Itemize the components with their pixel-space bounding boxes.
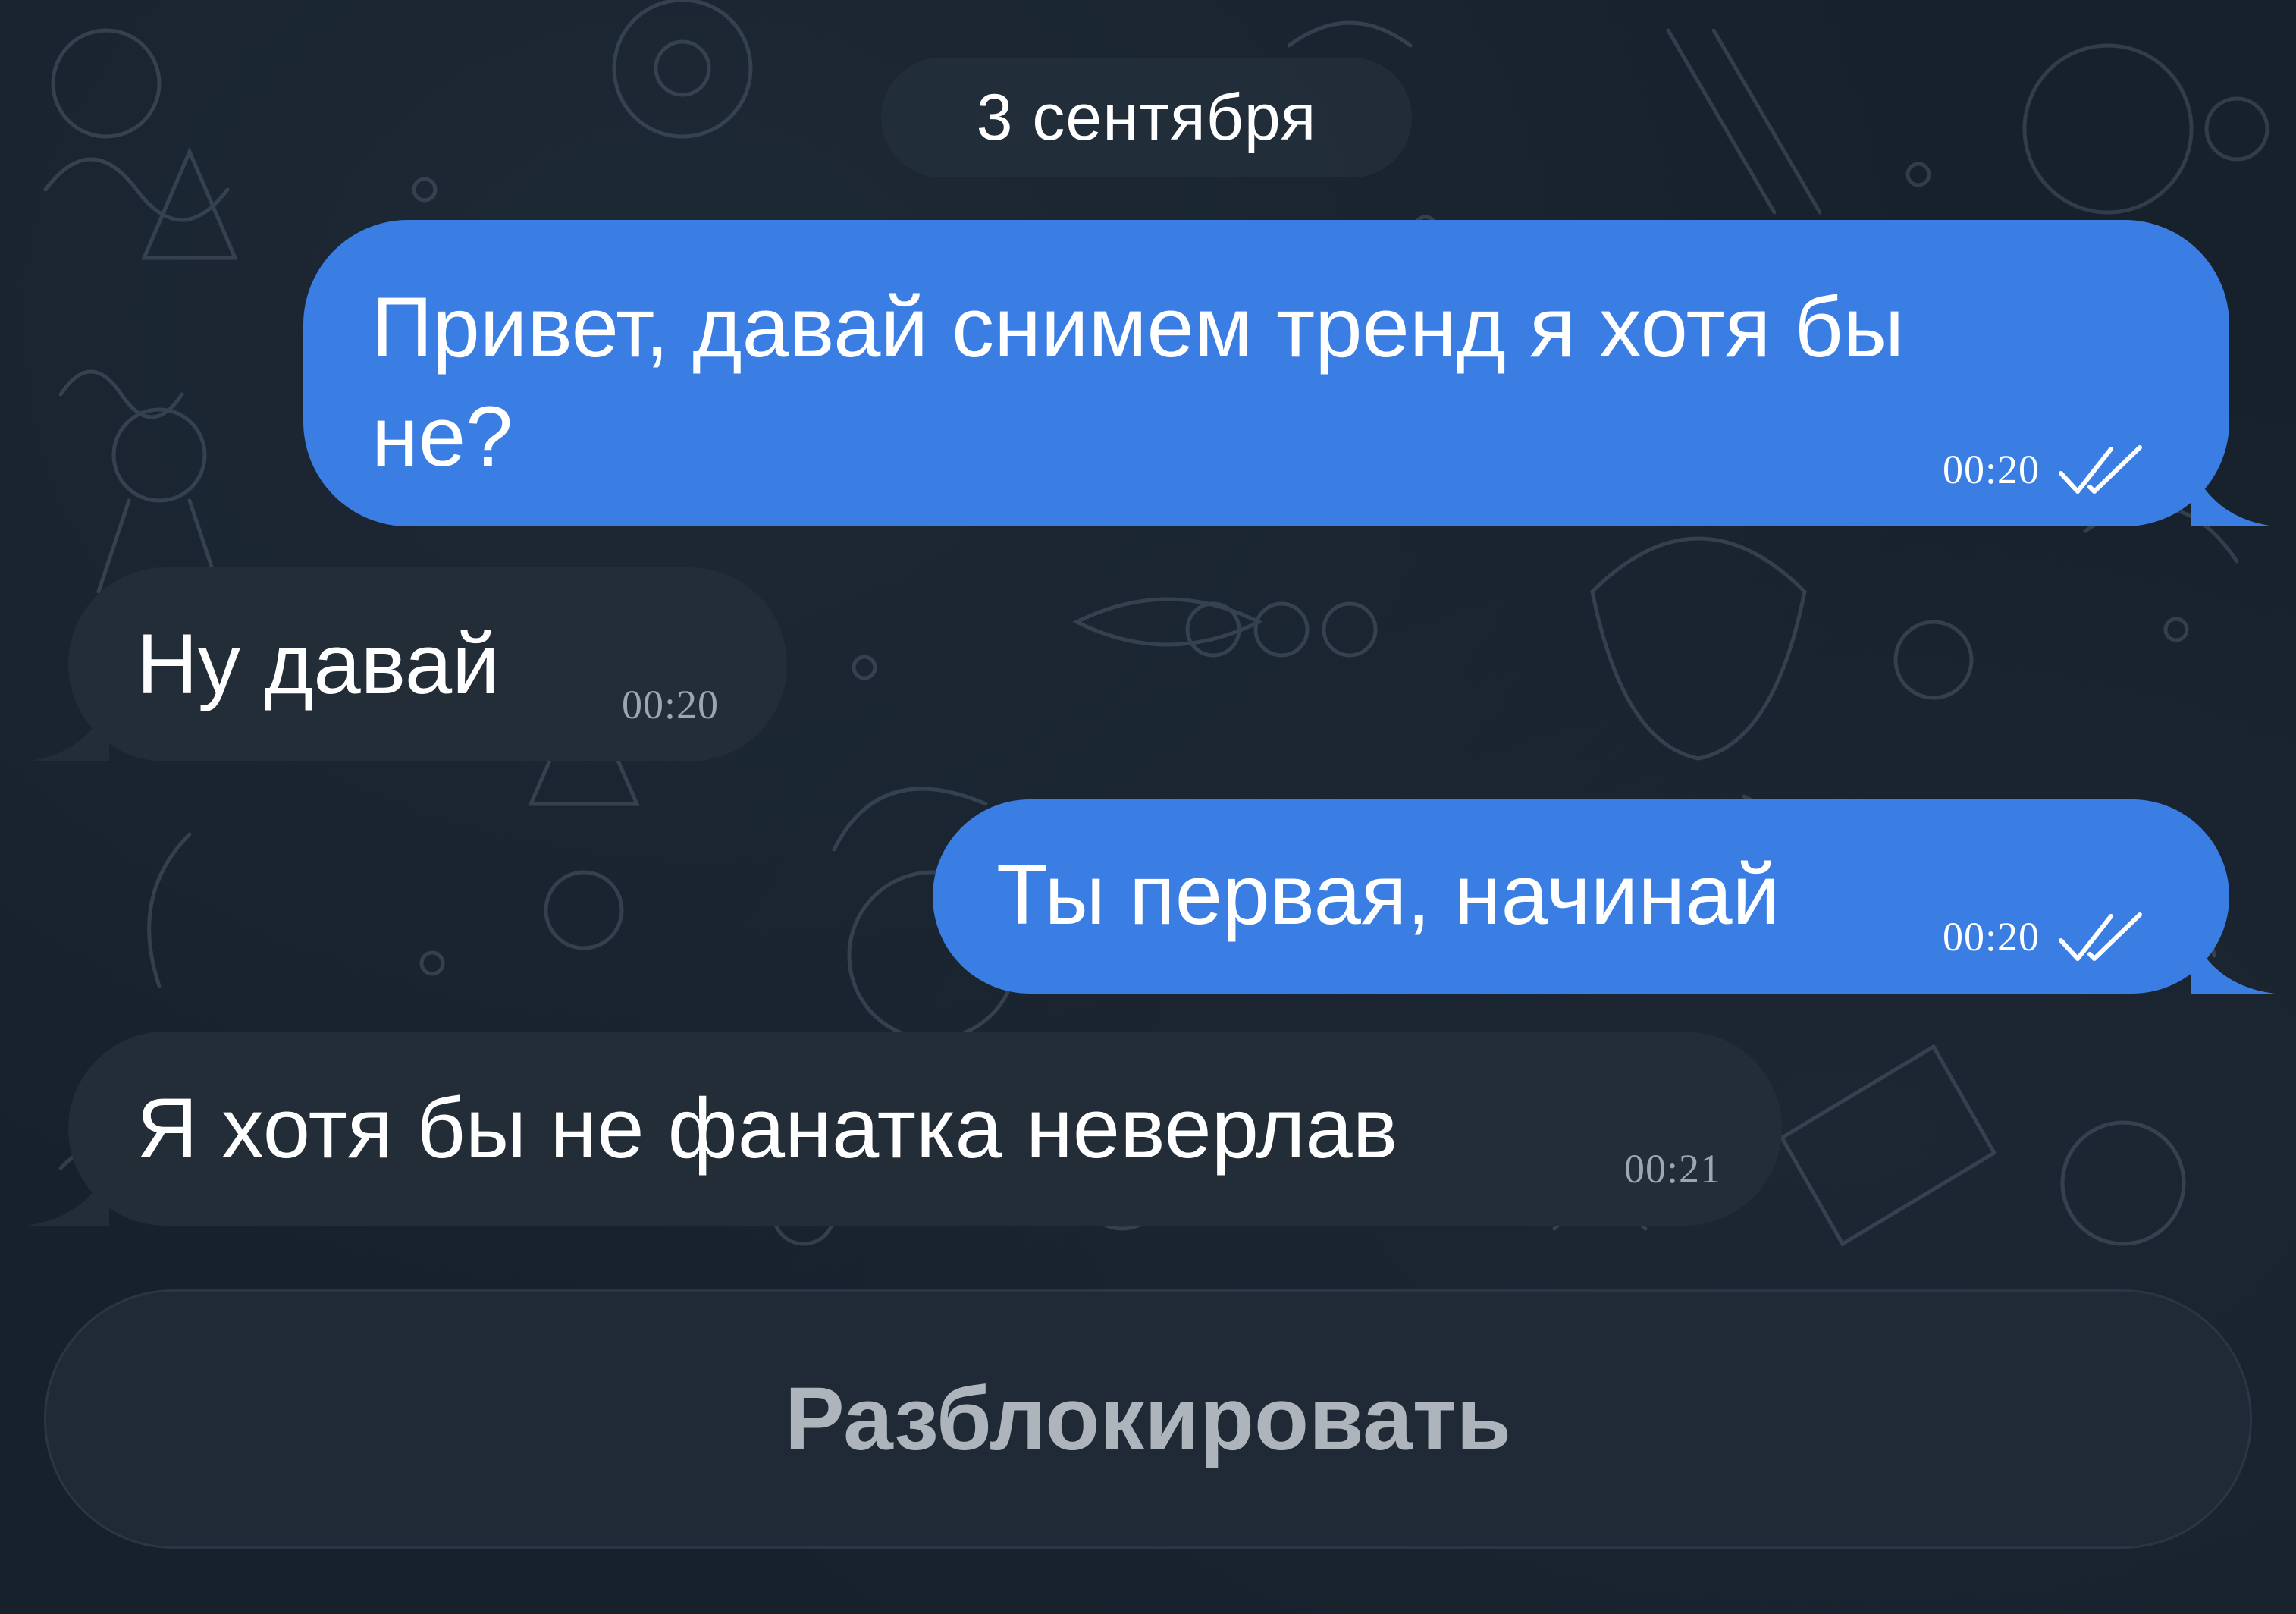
outgoing-message[interactable]: Ты первая, начинай 00:20 (933, 799, 2275, 994)
unblock-button[interactable]: Разблокировать (44, 1289, 2252, 1549)
message-meta: 00:20 (1943, 443, 2146, 496)
bubble-tail (26, 1165, 109, 1226)
incoming-message[interactable]: Ну давай 00:20 (26, 567, 787, 761)
message-time: 00:20 (621, 682, 719, 727)
message-meta: 00:20 (1943, 910, 2146, 963)
message-text: Ну давай (136, 617, 500, 711)
message-text: Ты первая, начинай (996, 847, 1780, 942)
message-text: Я хотя бы не фанатка неверлав (136, 1081, 1398, 1176)
message-time: 00:20 (1942, 447, 2040, 492)
bubble-tail (2191, 466, 2275, 526)
outgoing-message[interactable]: Привет, давай снимем тренд я хотя бы не?… (303, 220, 2275, 526)
message-meta: 00:21 (1624, 1145, 1721, 1192)
incoming-message[interactable]: Я хотя бы не фанатка неверлав 00:21 (26, 1032, 1782, 1226)
message-time: 00:21 (1623, 1146, 1721, 1192)
message-time: 00:20 (1942, 914, 2040, 959)
message-text: Привет, давай снимем тренд я хотя бы не? (372, 280, 1905, 484)
message-meta: 00:20 (622, 681, 719, 728)
bubble-tail (26, 701, 109, 761)
double-check-icon (2059, 445, 2142, 494)
date-separator: 3 сентября (881, 58, 1412, 177)
double-check-icon (2059, 912, 2142, 961)
bubble-tail (2191, 933, 2275, 994)
